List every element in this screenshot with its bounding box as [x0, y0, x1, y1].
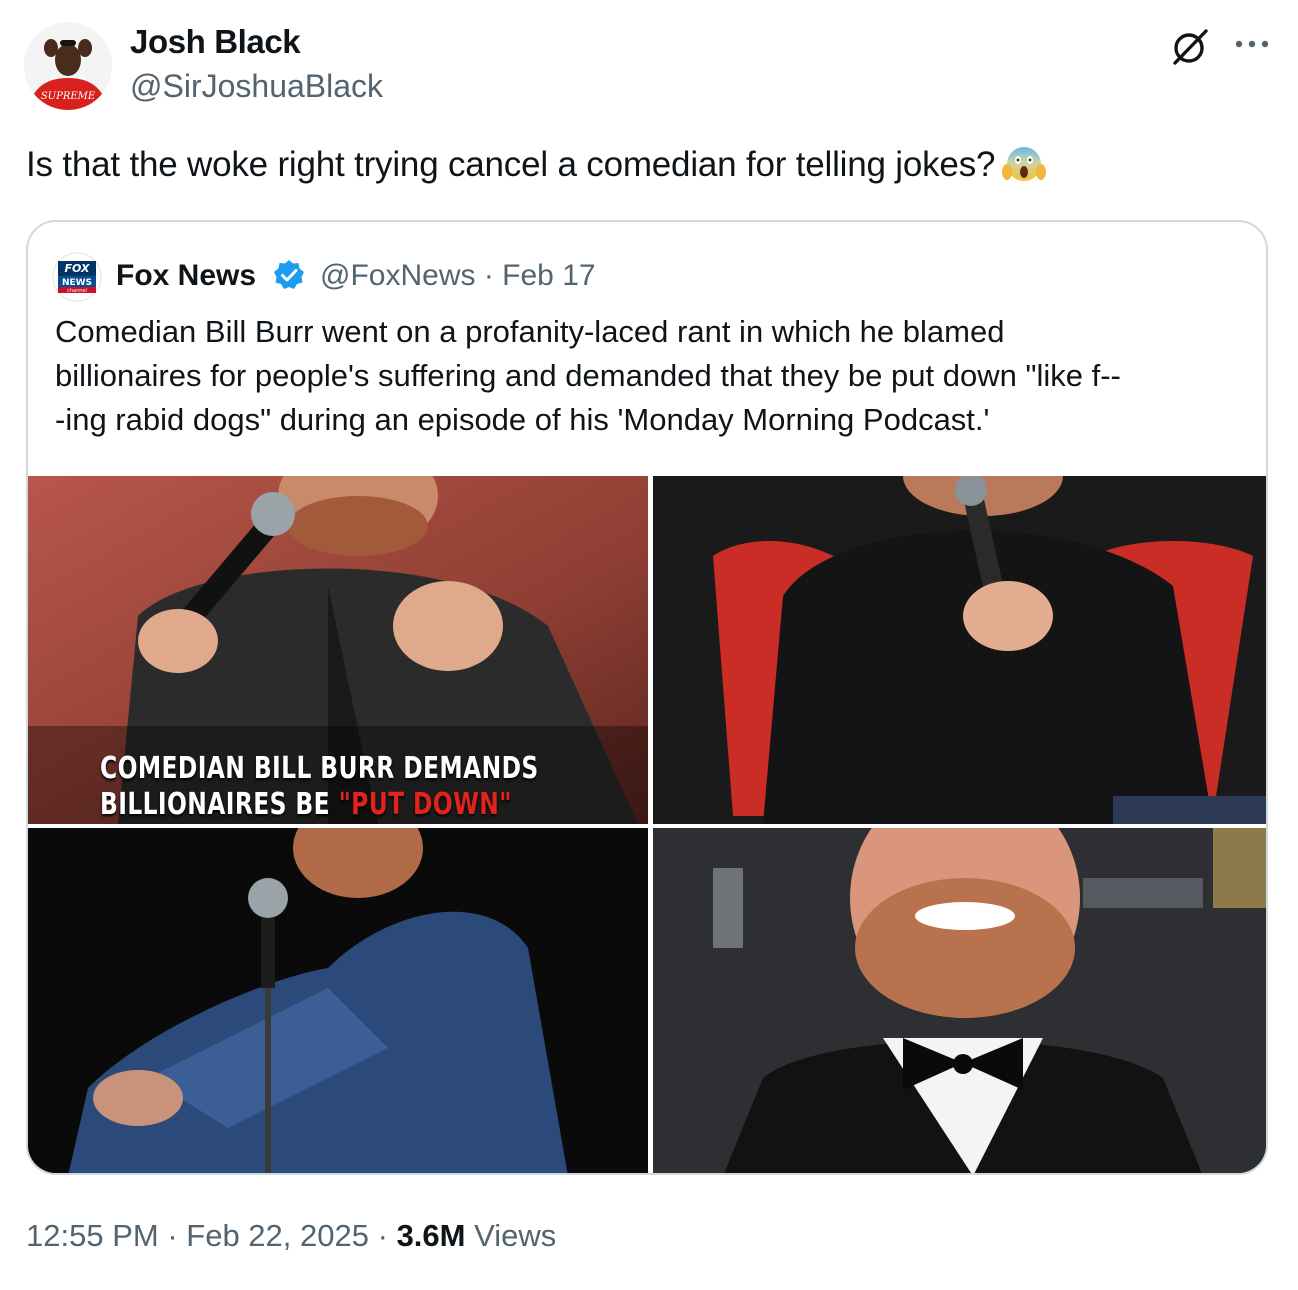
media-image-1[interactable]: COMEDIAN BILL BURR DEMANDS BILLIONAIRES … — [28, 476, 648, 824]
grok-icon[interactable] — [1168, 25, 1212, 69]
media-caption-line2-prefix: BILLIONAIRES BE — [100, 787, 339, 822]
fox-logo-top-text: FOX — [65, 262, 90, 275]
author-avatar[interactable]: SUPREME — [24, 22, 112, 110]
quoted-text-line: billionaires for people's suffering and … — [55, 358, 1121, 393]
media-caption-highlight: "PUT DOWN" — [338, 787, 512, 822]
tweet-text: Is that the woke right trying cancel a c… — [26, 142, 1047, 188]
quoted-date[interactable]: Feb 17 — [502, 259, 595, 292]
verified-badge-icon — [272, 258, 306, 292]
views-label[interactable]: Views — [474, 1218, 556, 1253]
quoted-handle[interactable]: @FoxNews — [320, 259, 475, 292]
media-caption-line2: BILLIONAIRES BE "PUT DOWN" — [100, 787, 539, 823]
media-grid: COMEDIAN BILL BURR DEMANDS BILLIONAIRES … — [28, 476, 1266, 1173]
media-image-4[interactable] — [653, 828, 1266, 1173]
fox-logo-middle-text: NEWS — [62, 278, 92, 288]
media-caption: COMEDIAN BILL BURR DEMANDS BILLIONAIRES … — [100, 751, 539, 823]
tweet-body: Is that the woke right trying cancel a c… — [26, 145, 996, 184]
quoted-text-line: Comedian Bill Burr went on a profanity-l… — [55, 314, 1005, 349]
views-count[interactable]: 3.6M — [397, 1218, 466, 1253]
meta-separator: · — [167, 1218, 178, 1253]
avatar-hoodie-text: SUPREME — [41, 91, 96, 102]
fox-logo-bottom-text: channel — [67, 288, 87, 294]
quoted-author-name[interactable]: Fox News — [116, 256, 256, 296]
media-caption-line1: COMEDIAN BILL BURR DEMANDS — [100, 751, 539, 786]
quoted-handle-date: @FoxNews · Feb 17 — [320, 256, 596, 296]
meta-separator: · — [377, 1218, 388, 1253]
quoted-tweet[interactable]: FOX NEWS channel Fox News @FoxNews · Feb… — [26, 220, 1268, 1175]
media-image-2[interactable] — [653, 476, 1266, 824]
tweet-meta: 12:55 PM · Feb 22, 2025 · 3.6M Views — [26, 1216, 556, 1256]
author-display-name[interactable]: Josh Black — [130, 22, 301, 62]
quoted-text: Comedian Bill Burr went on a profanity-l… — [55, 310, 1245, 442]
media-image-3[interactable] — [28, 828, 648, 1173]
quoted-text-line: -ing rabid dogs" during an episode of hi… — [55, 402, 990, 437]
more-options-icon[interactable] — [1232, 30, 1272, 60]
quoted-author-avatar[interactable]: FOX NEWS channel — [52, 252, 102, 302]
screaming-face-emoji-icon — [1001, 140, 1047, 186]
quoted-separator: · — [483, 259, 494, 292]
tweet-date[interactable]: Feb 22, 2025 — [186, 1218, 369, 1253]
author-handle[interactable]: @SirJoshuaBlack — [130, 66, 383, 106]
tweet-time[interactable]: 12:55 PM — [26, 1218, 159, 1253]
